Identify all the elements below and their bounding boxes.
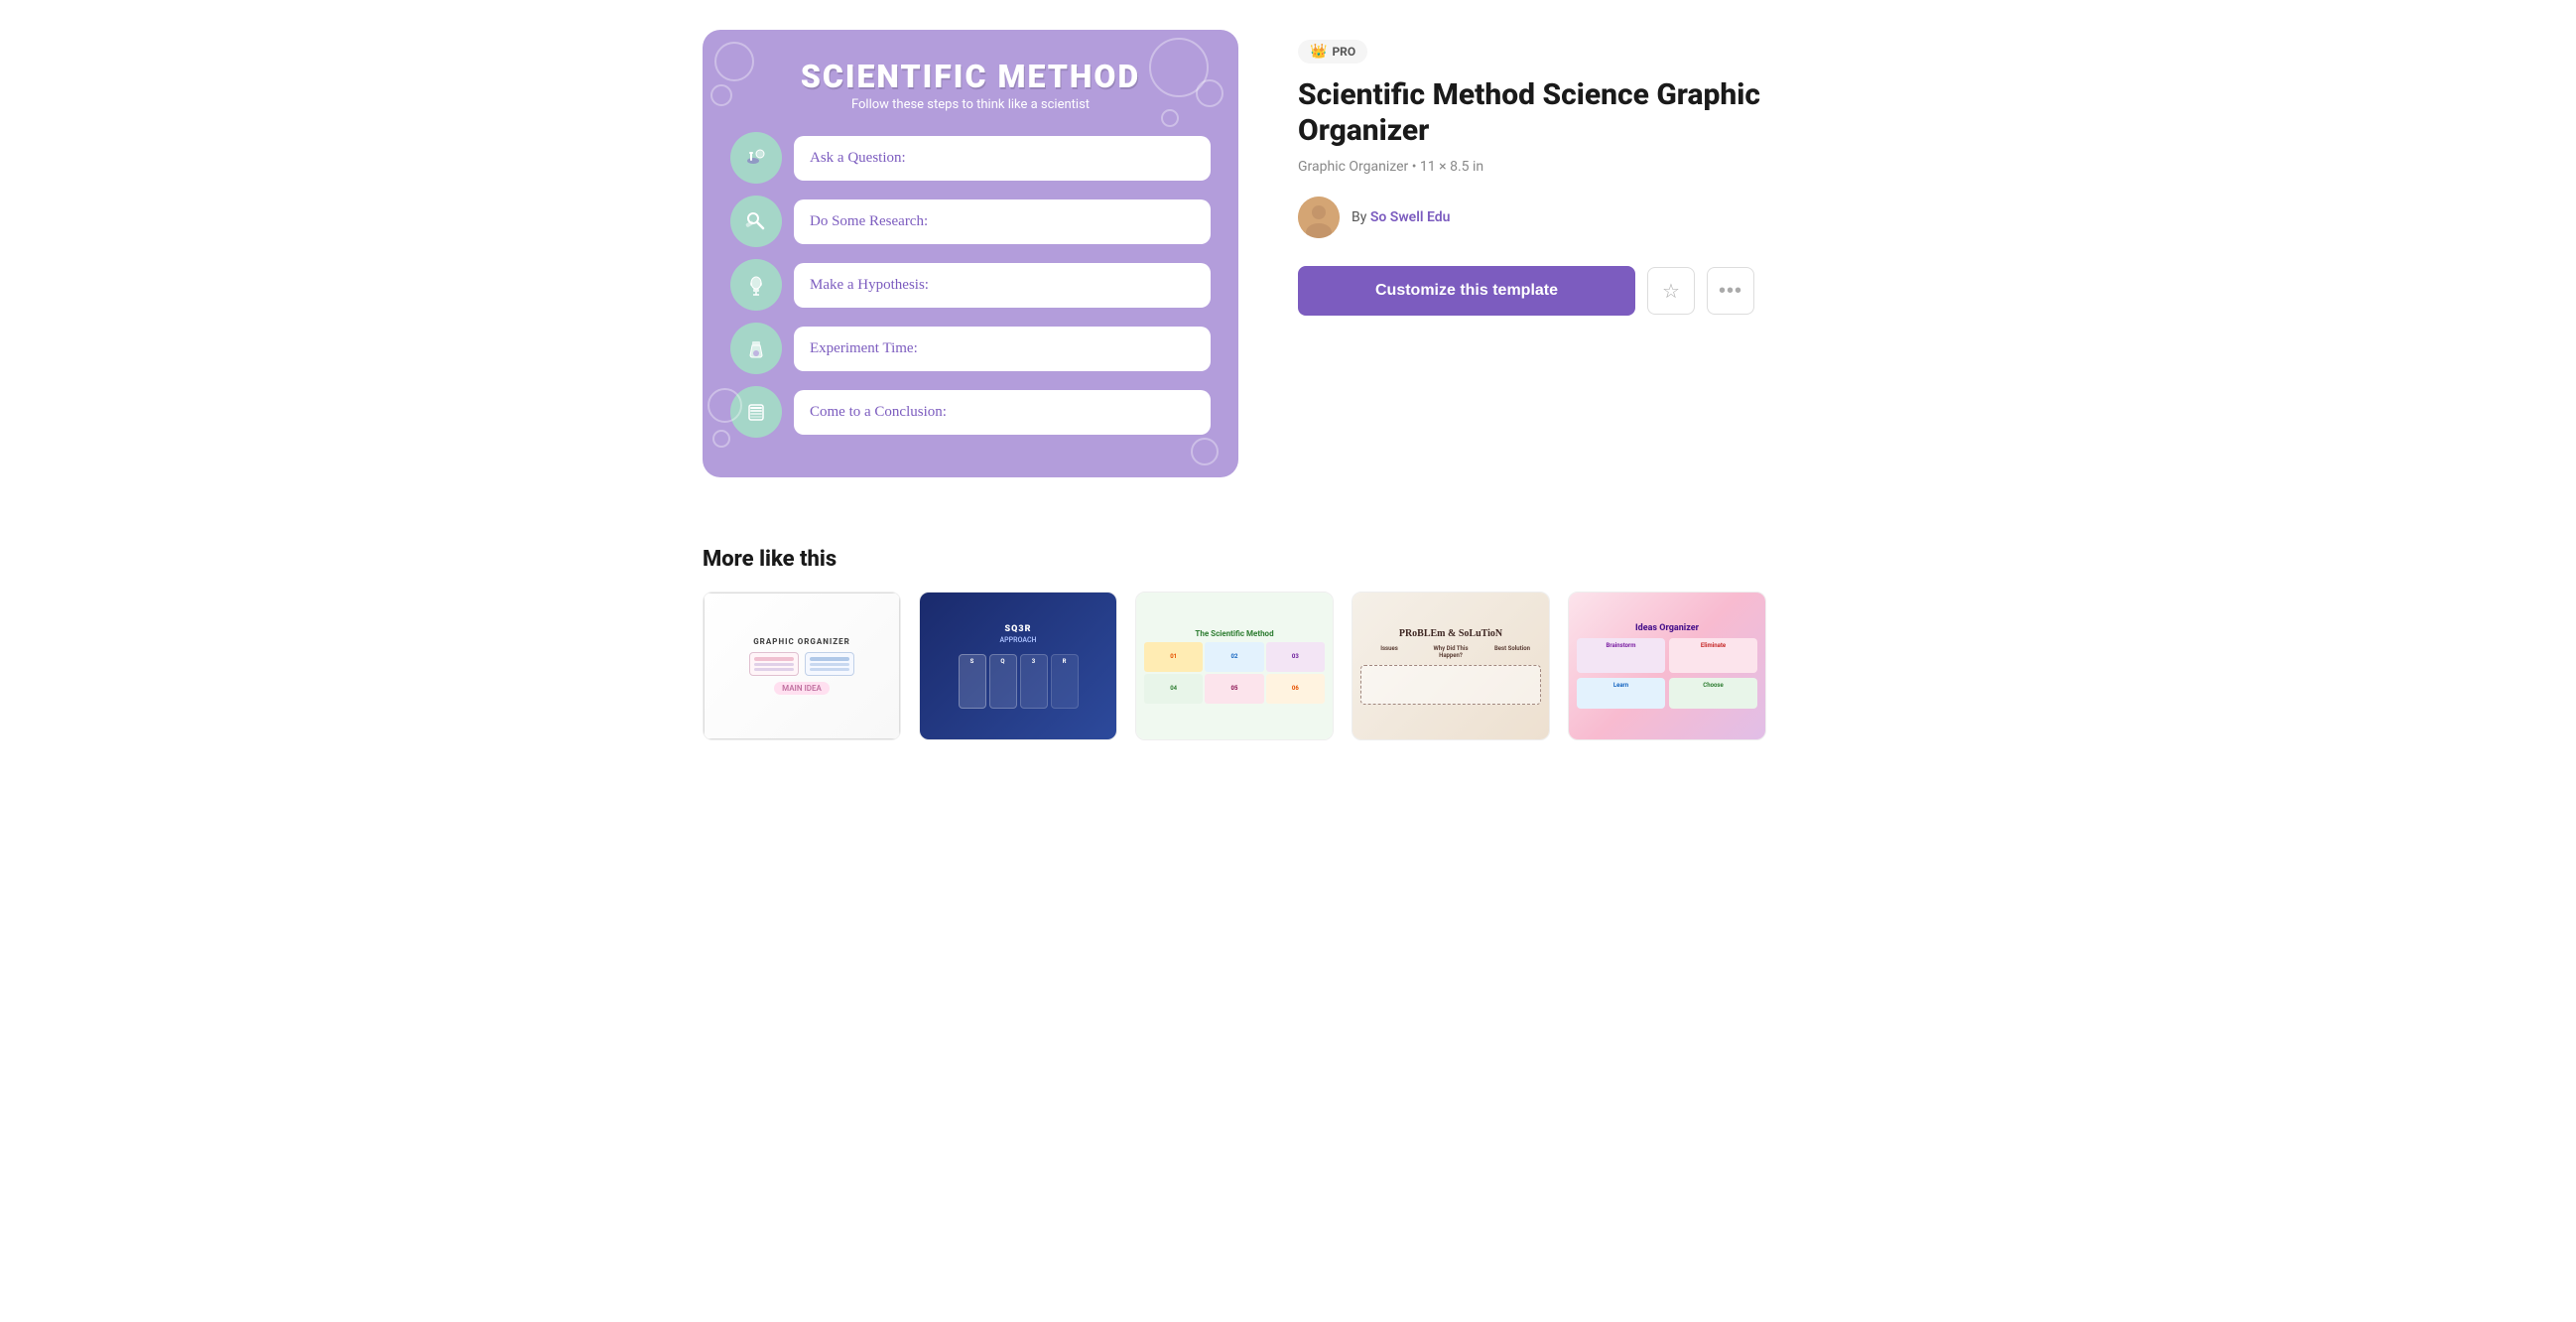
template-title: Scientific Method Science Graphic Organi… [1298,77,1873,149]
action-row: Customize this template ☆ ••• [1298,266,1873,316]
thumb-card-1[interactable]: GRAPHIC ORGANIZER MAIN IDE [703,592,901,740]
deco-circle-2 [710,84,732,106]
step-icon-2 [730,196,782,247]
step-box-2: Do Some Research: [794,199,1211,244]
author-text: By So Swell Edu [1352,209,1450,225]
card-subtitle: Follow these steps to think like a scien… [730,97,1211,112]
more-title: More like this [703,547,1873,572]
more-section: More like this GRAPHIC ORGANIZER [703,547,1873,740]
author-row: By So Swell Edu [1298,197,1873,238]
card-title-section: SCIENTIFIC METHOD Follow these steps to … [730,58,1211,112]
step-row-3: Make a Hypothesis: [730,259,1211,311]
pro-badge: 👑 PRO [1298,40,1367,64]
author-name[interactable]: So Swell Edu [1370,209,1451,225]
thumb-label-2: SQ3R [1005,624,1032,634]
thumb-label-3: The Scientific Method [1195,629,1273,638]
thumb-card-2[interactable]: SQ3R APPROACH S Q 3 R [919,592,1117,740]
thumb-label-1: GRAPHIC ORGANIZER [753,637,850,646]
template-meta: Graphic Organizer • 11 × 8.5 in [1298,159,1873,175]
star-icon: ☆ [1662,279,1680,304]
step-icon-3 [730,259,782,311]
card-main-title: SCIENTIFIC METHOD [730,58,1211,95]
step-box-1: Ask a Question: [794,136,1211,181]
deco-circle-7 [712,430,730,448]
step-box-3: Make a Hypothesis: [794,263,1211,308]
crown-icon: 👑 [1310,44,1327,60]
step-row-2: Do Some Research: [730,196,1211,247]
thumbnails-row: GRAPHIC ORGANIZER MAIN IDE [703,592,1873,740]
main-content: SCIENTIFIC METHOD Follow these steps to … [703,30,1873,477]
scientific-card: SCIENTIFIC METHOD Follow these steps to … [703,30,1238,477]
thumb-card-5[interactable]: Ideas Organizer Brainstorm Eliminate [1568,592,1766,740]
star-button[interactable]: ☆ [1647,267,1695,315]
step-icon-1 [730,132,782,184]
thumb-label-4: PRoBLEm & SoLuTioN [1399,628,1502,639]
thumb-label-5: Ideas Organizer [1635,623,1699,633]
template-preview: SCIENTIFIC METHOD Follow these steps to … [703,30,1238,477]
step-row-5: Come to a Conclusion: [730,386,1211,438]
step-box-5: Come to a Conclusion: [794,390,1211,435]
step-row-4: Experiment Time: [730,323,1211,374]
deco-circle-1 [714,42,754,81]
page-container: SCIENTIFIC METHOD Follow these steps to … [643,0,1933,1322]
more-options-button[interactable]: ••• [1707,267,1754,315]
deco-circle-6 [1191,438,1219,465]
pro-label: PRO [1332,45,1355,59]
by-label: By [1352,209,1366,225]
thumb-card-4[interactable]: PRoBLEm & SoLuTioN Issues Why Did This H… [1352,592,1550,740]
info-panel: 👑 PRO Scientific Method Science Graphic … [1298,30,1873,316]
step-box-4: Experiment Time: [794,327,1211,371]
deco-circle-8 [708,388,742,423]
thumb-card-3[interactable]: The Scientific Method 01 02 03 04 05 06 [1135,592,1334,740]
customize-button[interactable]: Customize this template [1298,266,1635,316]
deco-circle-4 [1196,79,1224,107]
deco-circle-5 [1161,109,1179,127]
more-icon: ••• [1719,280,1742,303]
author-avatar [1298,197,1340,238]
step-icon-4 [730,323,782,374]
step-row-1: Ask a Question: [730,132,1211,184]
